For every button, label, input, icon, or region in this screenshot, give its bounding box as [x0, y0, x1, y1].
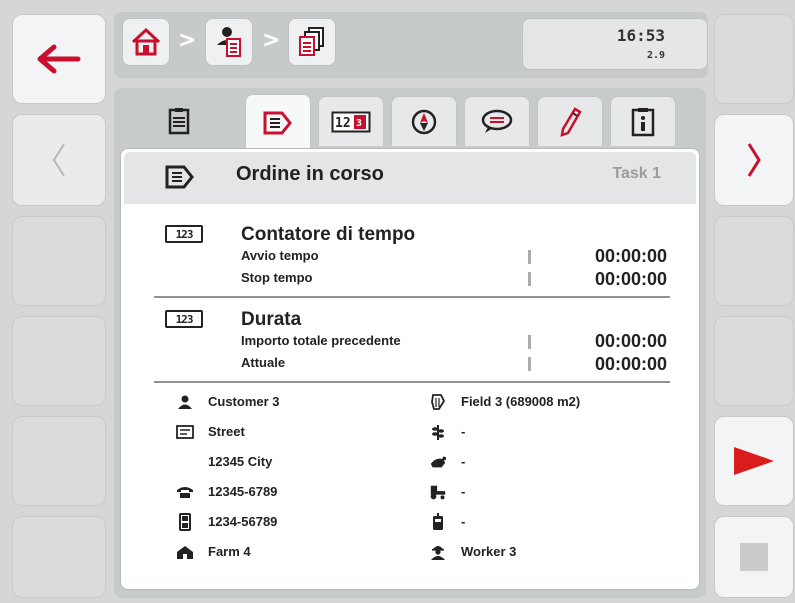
mobile-icon: [176, 513, 194, 531]
divider: [528, 335, 531, 349]
version-label: 2.9: [646, 50, 665, 61]
previous-total-label: Importo totale precedente: [241, 333, 401, 348]
empty-softkey-left-5[interactable]: [12, 416, 106, 506]
divider: [528, 272, 531, 286]
start-time-label: Avvio tempo: [241, 248, 319, 263]
section-divider: [154, 296, 670, 298]
empty-softkey-left-6[interactable]: [12, 516, 106, 598]
tab-current-order[interactable]: [245, 94, 311, 150]
field: Field 3 (689008 m2): [461, 394, 581, 409]
section-divider: [154, 381, 670, 383]
tab-notes[interactable]: [464, 96, 530, 146]
tab-info[interactable]: [610, 96, 676, 146]
city: 12345 City: [208, 454, 273, 469]
start-time-value: 00:00:00: [594, 246, 667, 266]
home-button[interactable]: [122, 18, 170, 66]
current-label: Attuale: [241, 355, 286, 370]
pencil-icon: [560, 106, 582, 137]
status-clock: 16:53 2.9: [522, 18, 708, 70]
empty-softkey-left-3[interactable]: [12, 216, 106, 306]
chevron-left-icon: [52, 143, 65, 177]
clock-time: 16:53: [616, 26, 665, 45]
product: -: [461, 454, 466, 469]
empty-softkey-right-3[interactable]: [714, 216, 794, 306]
breadcrumb-separator: >: [178, 28, 197, 53]
note-bubble-icon: [481, 109, 513, 133]
tab-task-list[interactable]: [146, 96, 212, 146]
device: -: [461, 514, 466, 529]
svg-text:3: 3: [356, 118, 362, 129]
page-right-button[interactable]: [714, 114, 794, 206]
street: Street: [208, 424, 245, 439]
stop-button[interactable]: [714, 516, 794, 598]
phone: 12345-6789: [208, 484, 278, 499]
orders-crumb[interactable]: [288, 18, 336, 66]
back-button[interactable]: [12, 14, 106, 104]
divider: [528, 357, 531, 371]
counter-icon: 12 3: [331, 111, 371, 132]
compass-icon: [411, 109, 437, 134]
customer-name: Customer 3: [208, 394, 280, 409]
order-icon: [263, 111, 292, 134]
farm-icon: [176, 543, 194, 561]
duration-title: Durata: [241, 309, 302, 330]
task-name: Task 1: [612, 165, 661, 182]
operator-task-icon: [217, 27, 241, 57]
order-header: [124, 152, 696, 204]
stop-time-value: 00:00:00: [594, 269, 667, 289]
time-counter-title: Contatore di tempo: [241, 224, 416, 245]
machine: -: [461, 484, 466, 499]
divider: [528, 250, 531, 264]
task-controller-crumb[interactable]: [205, 18, 253, 66]
crop-icon: [429, 423, 447, 441]
phone-icon: [176, 483, 194, 501]
worker-icon: [429, 543, 447, 561]
device-icon: [429, 513, 447, 531]
arrow-left-icon: [37, 44, 81, 74]
farm: Farm 4: [208, 544, 251, 559]
page-title: Ordine in corso: [236, 163, 384, 185]
worker: Worker 3: [461, 544, 517, 559]
order-icon: [165, 165, 194, 189]
address-icon: [176, 423, 194, 441]
page-left-button[interactable]: [12, 114, 106, 206]
task-list-icon: [168, 108, 190, 135]
start-button[interactable]: [714, 416, 794, 506]
svg-text:12: 12: [335, 116, 351, 131]
documents-icon: [299, 27, 324, 56]
crop: -: [461, 424, 466, 439]
tab-counters[interactable]: 12 3: [318, 96, 384, 146]
mobile: 1234-56789: [208, 514, 278, 529]
previous-total-value: 00:00:00: [594, 331, 667, 351]
product-icon: [429, 453, 447, 471]
stop-time-label: Stop tempo: [241, 270, 313, 285]
empty-softkey-left-4[interactable]: [12, 316, 106, 406]
play-icon: [734, 447, 774, 475]
counter-icon: 12 3: [165, 225, 203, 243]
tab-navigation[interactable]: [391, 96, 457, 146]
info-icon: [631, 107, 655, 136]
counter-icon: 12 3: [165, 310, 203, 328]
tractor-icon: [429, 483, 447, 501]
current-value: 00:00:00: [594, 354, 667, 374]
stop-icon: [740, 543, 768, 571]
home-icon: [131, 27, 161, 56]
empty-softkey-right-1[interactable]: [714, 14, 794, 104]
tab-edit[interactable]: [537, 96, 603, 146]
customer-icon: [176, 393, 194, 411]
empty-softkey-right-4[interactable]: [714, 316, 794, 406]
chevron-right-icon: [747, 143, 761, 177]
field-icon: [429, 393, 447, 411]
breadcrumb-separator: >: [262, 28, 281, 53]
